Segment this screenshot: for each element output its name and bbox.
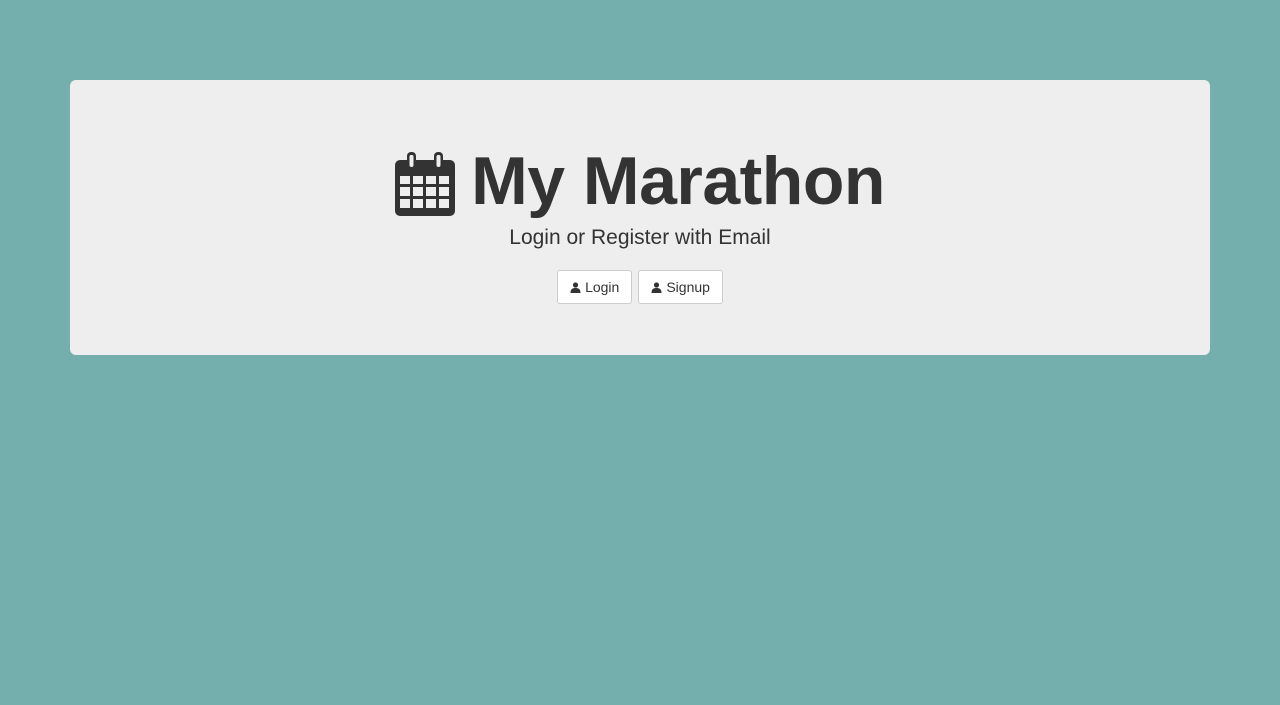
title-row: My Marathon <box>70 146 1210 216</box>
page-title: My Marathon <box>471 143 885 219</box>
calendar-icon <box>395 152 456 216</box>
login-button[interactable]: Login <box>557 270 633 304</box>
signup-button[interactable]: Signup <box>638 270 723 304</box>
auth-button-group: Login Signup <box>70 270 1210 304</box>
jumbotron-panel: My Marathon Login or Register with Email… <box>70 80 1210 355</box>
page-subtitle: Login or Register with Email <box>509 226 771 249</box>
signup-button-label: Signup <box>666 279 710 295</box>
user-icon <box>651 281 662 293</box>
user-icon <box>570 281 581 293</box>
login-button-label: Login <box>585 279 620 295</box>
